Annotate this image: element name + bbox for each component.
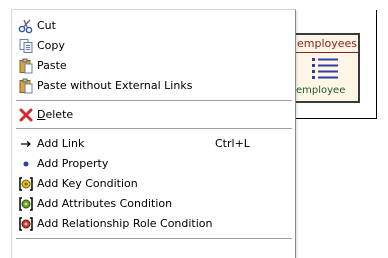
menu-item-add-attributes-condition[interactable]: Add Attributes Condition (12, 194, 295, 214)
bullet-icon (18, 156, 34, 172)
menu-item-add-property[interactable]: Add Property (12, 154, 295, 174)
entity-title: employees (296, 37, 358, 50)
menu-item-add-key-condition[interactable]: Add Key Condition (12, 174, 295, 194)
menu-item-label: Add Attributes Condition (37, 197, 173, 210)
relationship-condition-icon (18, 216, 34, 232)
menu-separator (16, 100, 292, 104)
menu-item-paste[interactable]: Paste (12, 56, 295, 76)
delete-x-icon (18, 107, 34, 123)
context-menu: Cut Copy Paste Paste without External Li… (11, 9, 296, 258)
menu-item-add-link[interactable]: Add Link Ctrl+L (12, 134, 295, 154)
menu-item-label: Delete (37, 108, 74, 121)
menu-separator (16, 128, 292, 132)
paste-icon (18, 58, 34, 74)
menu-item-paste-without-external-links[interactable]: Paste without External Links (12, 76, 295, 96)
menu-item-label: Copy (37, 39, 65, 52)
menu-item-add-relationship-role-condition[interactable]: Add Relationship Role Condition (12, 214, 295, 234)
menu-item-accelerator: Ctrl+L (215, 137, 250, 150)
list-icon (312, 58, 338, 79)
key-condition-icon (18, 176, 34, 192)
menu-item-label: Add Link (37, 137, 85, 150)
attributes-condition-icon (18, 196, 34, 212)
scissors-icon (18, 18, 34, 34)
copy-icon (18, 38, 34, 54)
menu-item-cut[interactable]: Cut (12, 16, 295, 36)
menu-item-label: Add Property (37, 157, 109, 170)
arrow-right-icon (18, 136, 34, 152)
menu-item-label: Add Key Condition (37, 177, 138, 190)
menu-item-delete[interactable]: Delete (12, 105, 295, 125)
menu-item-label: Paste (37, 59, 67, 72)
entity-name: employee (296, 85, 346, 96)
entity-box[interactable]: employees employee (290, 33, 360, 103)
menu-item-copy[interactable]: Copy (12, 36, 295, 56)
menu-separator (16, 238, 292, 242)
menu-item-label: Paste without External Links (37, 79, 193, 92)
paste-icon (18, 78, 34, 94)
entity-divider (292, 52, 358, 53)
menu-item-label: Add Relationship Role Condition (37, 217, 213, 230)
menu-item-label: Cut (37, 19, 56, 32)
